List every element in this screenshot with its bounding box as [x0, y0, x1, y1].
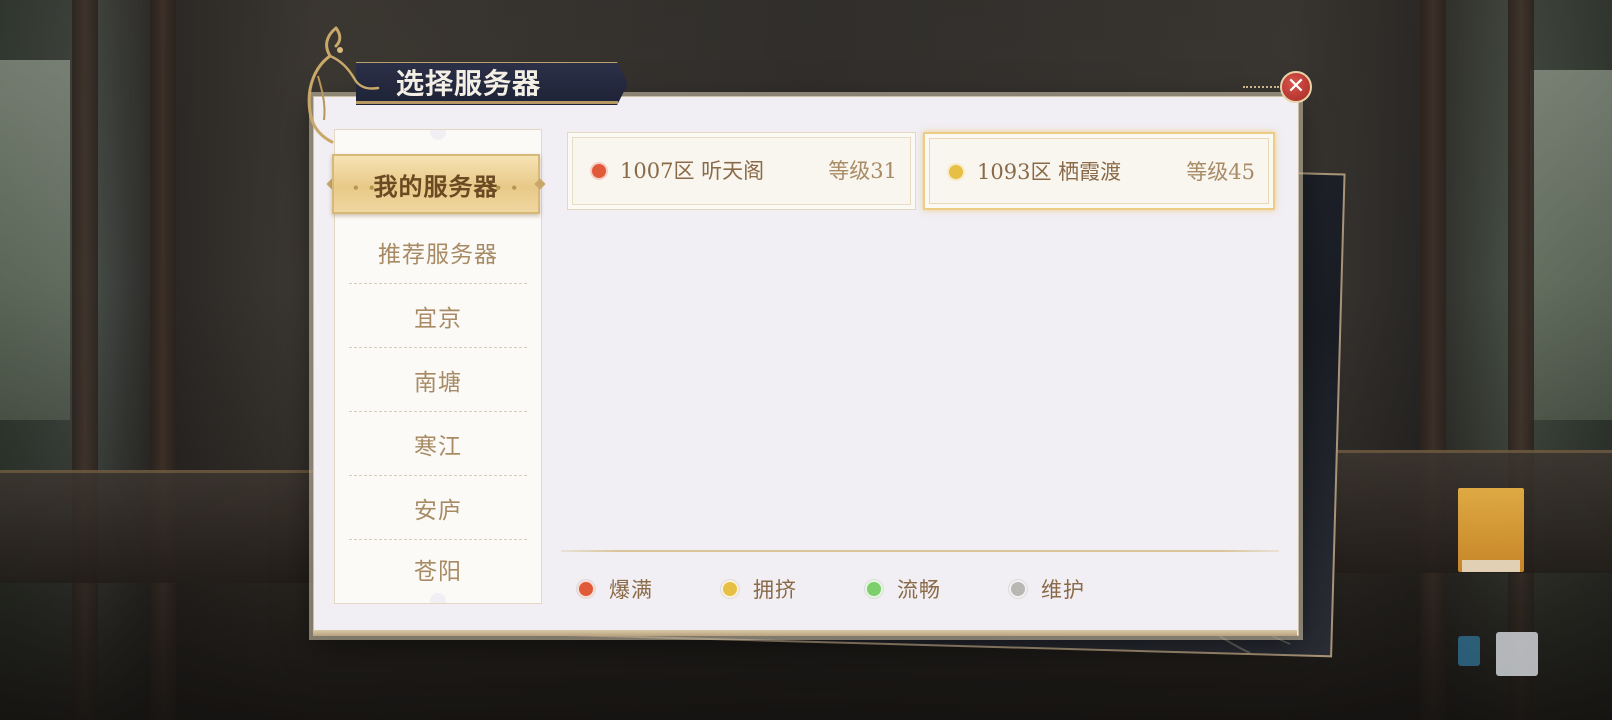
panel-bottom-trim	[313, 630, 1297, 636]
deer-emblem-icon	[307, 26, 380, 144]
sidebar-item-label: 寒江	[414, 433, 462, 460]
legend-item-maintenance: 维护	[1009, 574, 1085, 604]
close-button[interactable]: ✕	[1280, 71, 1312, 103]
close-icon: ✕	[1286, 74, 1306, 99]
status-dot-icon	[577, 580, 595, 598]
sidebar-item-label: 苍阳	[414, 559, 462, 585]
status-dot-icon	[1009, 580, 1027, 598]
server-name: 1007区 听天阁	[620, 159, 765, 183]
legend-label: 流畅	[897, 578, 941, 602]
legend-item-busy: 拥挤	[721, 574, 797, 604]
legend-label: 拥挤	[753, 578, 797, 602]
server-name: 1093区 栖霞渡	[977, 160, 1122, 184]
legend-divider	[561, 550, 1279, 552]
status-dot-icon	[947, 163, 965, 181]
sidebar-item-hanjiang[interactable]: 寒江	[349, 412, 527, 476]
background-window-right	[1530, 70, 1612, 420]
server-card-selected[interactable]: 1093区 栖霞渡 等级45	[923, 132, 1275, 210]
background-window-left	[0, 60, 70, 420]
background-book-spine	[1462, 560, 1520, 572]
background-table-left	[0, 470, 320, 583]
server-card[interactable]: 1007区 听天阁 等级31	[567, 132, 916, 210]
server-level: 等级31	[828, 159, 897, 183]
status-dot-icon	[865, 580, 883, 598]
sidebar-item-nantang[interactable]: 南塘	[349, 348, 527, 412]
background-hud-icon	[1496, 632, 1538, 676]
sidebar-notch	[430, 593, 446, 603]
sidebar-item-recommended-servers[interactable]: 推荐服务器	[349, 220, 527, 284]
status-dot-icon	[721, 580, 739, 598]
sidebar-item-label: 南塘	[414, 369, 462, 396]
sidebar-notch	[430, 130, 446, 140]
server-level: 等级45	[1186, 160, 1255, 184]
close-button-decoration	[1243, 86, 1279, 88]
sidebar-item-my-servers[interactable]: • • 我的服务器 • •	[326, 154, 546, 214]
legend-label: 维护	[1041, 578, 1085, 602]
sidebar-item-anlu[interactable]: 安庐	[349, 476, 527, 540]
background-hud-icon	[1458, 636, 1480, 666]
sidebar-item-label: 推荐服务器	[378, 241, 498, 268]
tab-dots-icon: • •	[494, 181, 520, 195]
legend-item-full: 爆满	[577, 574, 653, 604]
legend-item-smooth: 流畅	[865, 574, 941, 604]
legend-label: 爆满	[609, 578, 653, 602]
status-dot-icon	[590, 162, 608, 180]
sidebar-item-label: 宜京	[414, 305, 462, 332]
sidebar-item-label: 我的服务器	[373, 171, 499, 201]
tab-dots-icon: • •	[352, 181, 378, 195]
page-title: 选择服务器	[396, 67, 542, 100]
sidebar-item-label: 安庐	[414, 497, 462, 524]
sidebar-item-yijing[interactable]: 宜京	[349, 284, 527, 348]
sidebar-item-selected-bar: • • 我的服务器 • •	[332, 154, 540, 214]
